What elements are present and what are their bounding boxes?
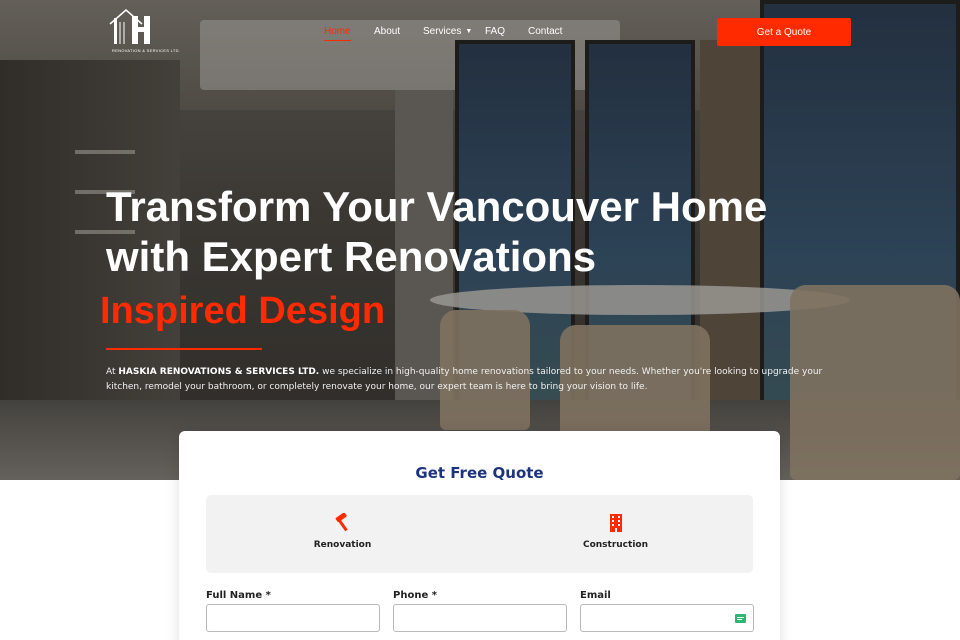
get-quote-button[interactable]: Get a Quote (717, 18, 851, 46)
full-name-label: Full Name * (206, 590, 271, 601)
quote-form-card: Get Free Quote Renovation Construction F… (179, 431, 780, 640)
autofill-icon[interactable] (735, 614, 746, 623)
nav-about[interactable]: About (374, 26, 400, 37)
hero-divider (106, 348, 262, 350)
email-input[interactable] (581, 605, 753, 631)
hero-title: Transform Your Vancouver Home with Exper… (106, 182, 866, 282)
option-renovation[interactable]: Renovation (206, 495, 479, 573)
navbar: RENOVATION & SERVICES LTD. Home About Se… (0, 0, 960, 64)
nav-home[interactable]: Home (324, 26, 351, 41)
hammer-icon (206, 512, 479, 533)
email-label: Email (580, 590, 611, 601)
service-type-selector: Renovation Construction (206, 495, 753, 573)
nav-contact[interactable]: Contact (528, 26, 562, 37)
phone-field-wrap (393, 604, 567, 632)
chevron-down-icon: ▼ (465, 28, 473, 35)
hero-title-line2: with Expert Renovations (106, 233, 597, 280)
hero-title-line1: Transform Your Vancouver Home (106, 183, 768, 230)
nav-services-label: Services (423, 26, 462, 37)
nav-faq[interactable]: FAQ (485, 26, 505, 37)
logo-house-icon (109, 9, 150, 44)
hero-description: At HASKIA RENOVATIONS & SERVICES LTD. we… (106, 365, 846, 395)
logo-subtext: RENOVATION & SERVICES LTD. (112, 48, 181, 53)
option-renovation-label: Renovation (313, 540, 372, 550)
nav-services[interactable]: Services ▼ (423, 26, 472, 37)
phone-input[interactable] (394, 605, 566, 631)
quote-form-title: Get Free Quote (415, 464, 544, 482)
hero-desc-company: HASKIA RENOVATIONS & SERVICES LTD. (118, 367, 320, 377)
option-construction[interactable]: Construction (479, 495, 752, 573)
hero-subtitle: Inspired Design (100, 290, 386, 332)
building-icon (479, 513, 752, 533)
email-field-wrap (580, 604, 754, 632)
full-name-input[interactable] (207, 605, 379, 631)
phone-label: Phone * (393, 590, 437, 601)
full-name-field-wrap (206, 604, 380, 632)
hero-desc-prefix: At (106, 367, 119, 377)
site-logo[interactable]: RENOVATION & SERVICES LTD. (108, 8, 188, 53)
option-construction-label: Construction (582, 540, 648, 550)
